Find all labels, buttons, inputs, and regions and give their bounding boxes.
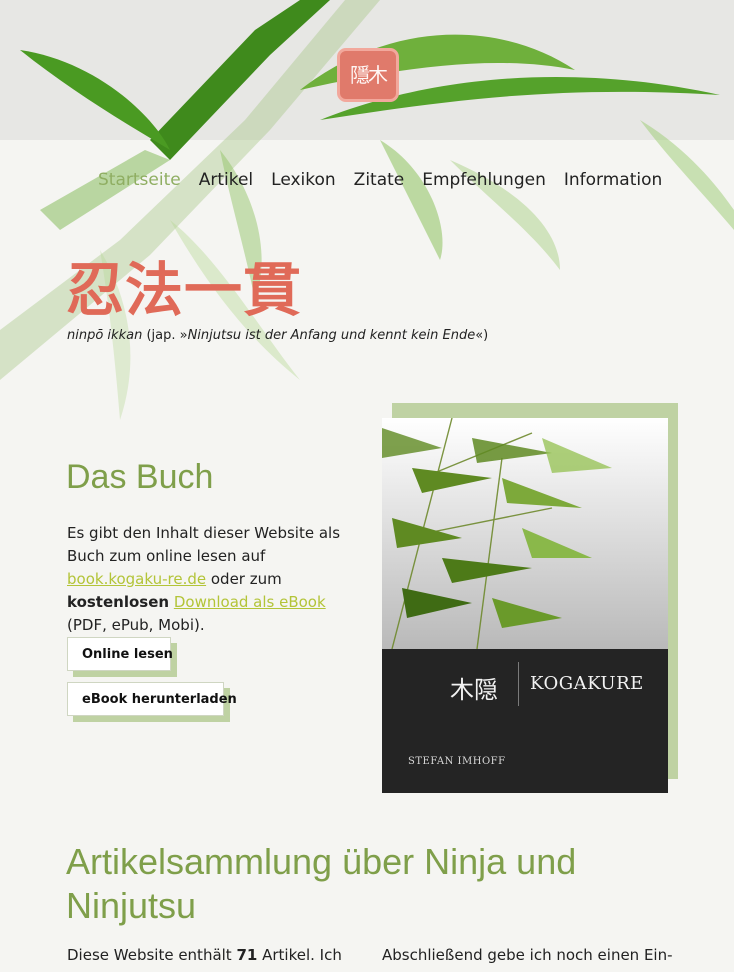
main-nav: Startseite Artikel Lexikon Zitate Empfeh… (98, 170, 662, 194)
cover-book-name: KOGAKURE (530, 673, 644, 694)
bamboo-cover-image (382, 418, 668, 649)
cover-kanji: 木隠 (450, 676, 498, 704)
cover-title-band (382, 649, 668, 793)
book-online-link[interactable]: book.kogaku-re.de (67, 570, 206, 588)
articles-intro-left: Diese Website enthält 71 Artikel. Ich (67, 944, 342, 967)
articles-count: 71 (236, 946, 258, 964)
book-heading: Das Buch (66, 458, 214, 496)
logo-seal[interactable]: 隱木 (337, 48, 399, 102)
motto-translation: Ninjutsu ist der Anfang und kennt kein E… (187, 328, 476, 343)
book-description: Es gibt den Inhalt dieser Website als Bu… (67, 522, 357, 637)
articles-text-part: Artikel. Ich (257, 946, 342, 964)
articles-heading: Artikelsammlung über Ninja und Ninjutsu (66, 841, 577, 926)
nav-item-lexikon[interactable]: Lexikon (271, 170, 336, 194)
book-download-link[interactable]: Download als eBook (174, 593, 326, 611)
motto-title: 忍法一貫 (66, 256, 303, 324)
cover-author: STEFAN IMHOFF (408, 756, 506, 767)
nav-item-zitate[interactable]: Zitate (354, 170, 405, 194)
motto-subtitle: ninpō ikkan (jap. »Ninjutsu ist der Anfa… (67, 328, 488, 343)
motto-mid: (jap. » (142, 328, 188, 343)
book-text-part: (PDF, ePub, Mobi). (67, 616, 205, 634)
book-text-part: oder zum (206, 570, 282, 588)
book-text-part: Es gibt den Inhalt dieser Website als Bu… (67, 524, 341, 565)
book-cover[interactable]: 木隠 KOGAKURE STEFAN IMHOFF (382, 418, 668, 793)
nav-item-information[interactable]: Information (564, 170, 662, 194)
motto-end: «) (475, 328, 489, 343)
book-free-emphasis: kostenlosen (67, 593, 170, 611)
articles-text-part: Diese Website enthält (67, 946, 237, 964)
nav-item-empfehlungen[interactable]: Empfehlungen (422, 170, 546, 194)
motto-romaji: ninpō ikkan (67, 328, 143, 343)
online-read-button[interactable]: Online lesen (67, 637, 173, 671)
articles-intro-right: Abschließend gebe ich noch einen Ein- (382, 946, 673, 964)
ebook-download-button[interactable]: eBook herunterladen (67, 682, 237, 716)
nav-item-artikel[interactable]: Artikel (199, 170, 253, 194)
nav-item-startseite[interactable]: Startseite (98, 170, 181, 194)
cover-divider (518, 662, 519, 706)
